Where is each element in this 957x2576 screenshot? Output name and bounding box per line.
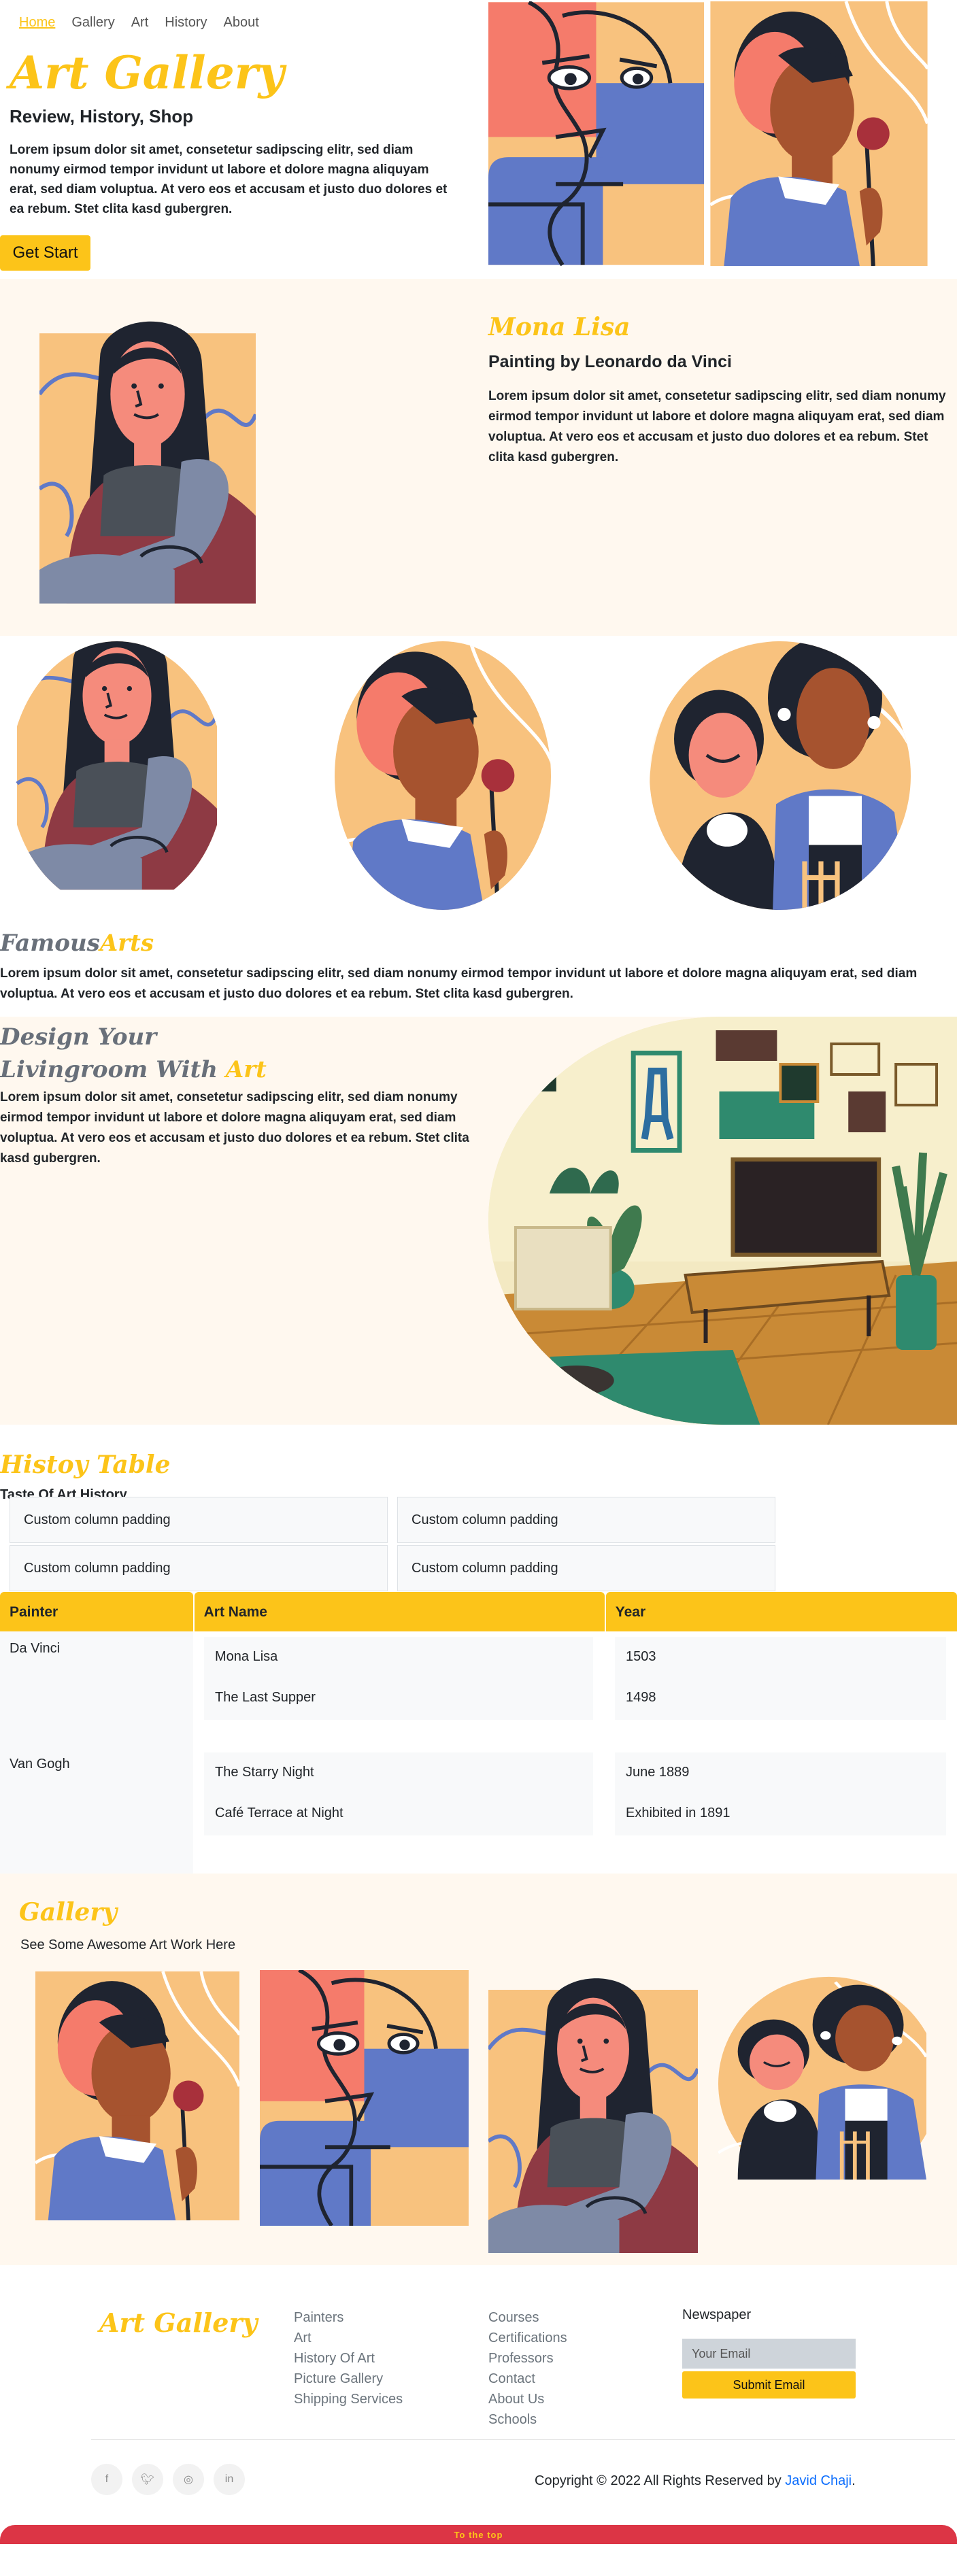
year-cell: Exhibited in 1891 [626, 1806, 731, 1820]
top-nav: Home Gallery Art History About [19, 15, 259, 31]
famous-arts-section: FamousArts Lorem ipsum dolor sit amet, c… [0, 928, 957, 1017]
footer-divider [91, 2439, 955, 2440]
portraits-row [0, 636, 957, 928]
gallery-item-couple[interactable] [718, 1971, 926, 2180]
nav-about-link[interactable]: About [224, 15, 259, 31]
portrait-couple [650, 641, 911, 910]
art-name-cell: Café Terrace at Night [215, 1806, 343, 1820]
header-year: Year [605, 1592, 957, 1631]
hero-artwork-rose [710, 1, 928, 266]
table-row: 1503 1498 [615, 1637, 946, 1720]
painter-cell: Van Gogh [10, 1757, 70, 1772]
instagram-icon[interactable]: ◎ [173, 2464, 204, 2495]
livingroom-title-line1: Design Your [0, 1023, 157, 1051]
livingroom-description: Lorem ipsum dolor sit amet, consetetur s… [0, 1090, 469, 1166]
author-link[interactable]: Javid Chaji [785, 2473, 852, 2488]
gallery-item-face[interactable] [260, 1970, 469, 2226]
footer-link[interactable]: Picture Gallery [294, 2369, 403, 2389]
table-row: The Starry Night Café Terrace at Night [204, 1752, 593, 1835]
header-painter: Painter [0, 1592, 193, 1631]
history-table-section: Histoy Table Taste Of Art History Custom… [0, 1425, 957, 1874]
livingroom-section: Design Your Livingroom With Art Lorem ip… [0, 1017, 957, 1425]
social-links: f 🐦︎ ◎ in [91, 2464, 245, 2495]
footer-link[interactable]: Professors [488, 2348, 567, 2369]
year-cell: 1498 [626, 1690, 656, 1705]
mona-lisa-artwork [39, 313, 256, 604]
to-top-button[interactable]: To the top [0, 2525, 957, 2544]
painter-column: Da Vinci Van Gogh [0, 1631, 193, 1874]
gallery-subtitle: See Some Awesome Art Work Here [20, 1937, 236, 1952]
mona-lisa-section: Mona Lisa Painting by Leonardo da Vinci … [0, 279, 957, 636]
padding-cell: Custom column padding [397, 1497, 775, 1543]
year-cell: 1503 [626, 1649, 656, 1664]
footer: Art Gallery Painters Art History Of Art … [0, 2265, 957, 2544]
gallery-item-rose[interactable] [35, 1971, 239, 2220]
famous-arts-description: Lorem ipsum dolor sit amet, consetetur s… [0, 966, 918, 1001]
hero-section: Home Gallery Art History About Art Galle… [0, 0, 957, 272]
famous-arts-title: FamousArts [0, 930, 154, 957]
header-art-name: Art Name [194, 1592, 605, 1631]
footer-logo: Art Gallery [99, 2307, 258, 2338]
famous-arts-title-a: Famous [0, 930, 100, 957]
nav-gallery-link[interactable]: Gallery [71, 15, 114, 31]
gallery-item-mona-lisa[interactable] [488, 1970, 698, 2253]
livingroom-title-line2: Livingroom With [0, 1056, 218, 1083]
nav-home-link[interactable]: Home [19, 15, 55, 31]
footer-links-col2: Courses Certifications Professors Contac… [488, 2307, 567, 2430]
history-title: Histoy Table [0, 1451, 171, 1479]
nav-art-link[interactable]: Art [131, 15, 149, 31]
footer-link[interactable]: Art [294, 2328, 403, 2348]
year-cell: June 1889 [626, 1765, 690, 1780]
gallery-section: Gallery See Some Awesome Art Work Here [0, 1874, 957, 2265]
table-row: June 1889 Exhibited in 1891 [615, 1752, 946, 1835]
footer-link[interactable]: Schools [488, 2409, 567, 2430]
footer-link[interactable]: Courses [488, 2307, 567, 2328]
famous-arts-title-b: Arts [99, 930, 154, 957]
art-name-cell: Mona Lisa [215, 1649, 278, 1664]
newsletter-label: Newspaper [682, 2307, 752, 2322]
copyright-text: Copyright © 2022 All Rights Reserved by [535, 2473, 782, 2488]
livingroom-artwork [488, 1017, 957, 1425]
art-name-cell: The Last Supper [215, 1690, 316, 1705]
livingroom-title-art: Art [225, 1056, 267, 1083]
hero-description: Lorem ipsum dolor sit amet, consetetur s… [10, 143, 448, 216]
twitter-icon[interactable]: 🐦︎ [132, 2464, 163, 2495]
linkedin-icon[interactable]: in [214, 2464, 245, 2495]
feature-title: Mona Lisa [488, 313, 631, 341]
gallery-title: Gallery [19, 1898, 118, 1927]
footer-link[interactable]: History Of Art [294, 2348, 403, 2369]
portrait-mona-lisa [10, 641, 224, 910]
art-name-cell: The Starry Night [215, 1765, 314, 1780]
footer-link[interactable]: Contact [488, 2369, 567, 2389]
nav-history-link[interactable]: History [165, 15, 207, 31]
footer-link[interactable]: About Us [488, 2389, 567, 2409]
portrait-rose-woman [335, 641, 551, 910]
feature-description: Lorem ipsum dolor sit amet, consetetur s… [488, 389, 946, 464]
padding-cell: Custom column padding [10, 1545, 388, 1591]
padding-cell: Custom column padding [397, 1545, 775, 1591]
facebook-icon[interactable]: f [91, 2464, 122, 2495]
table-row: Mona Lisa The Last Supper [204, 1637, 593, 1720]
feature-subtitle: Painting by Leonardo da Vinci [488, 352, 732, 371]
email-input[interactable] [682, 2339, 856, 2369]
history-table-header: Painter Art Name Year [0, 1592, 957, 1631]
hero-artwork-face [488, 1, 704, 266]
copyright: Copyright © 2022 All Rights Reserved by … [535, 2473, 856, 2488]
painter-cell: Da Vinci [10, 1641, 61, 1656]
hero-subtitle: Review, History, Shop [10, 106, 194, 126]
get-start-button[interactable]: Get Start [0, 235, 90, 271]
hero-title: Art Gallery [10, 46, 284, 99]
submit-email-button[interactable]: Submit Email [682, 2371, 856, 2399]
footer-link[interactable]: Shipping Services [294, 2389, 403, 2409]
footer-link[interactable]: Certifications [488, 2328, 567, 2348]
padding-cell: Custom column padding [10, 1497, 388, 1543]
footer-link[interactable]: Painters [294, 2307, 403, 2328]
footer-links-col1: Painters Art History Of Art Picture Gall… [294, 2307, 403, 2409]
livingroom-title: Design Your Livingroom With Art [0, 1021, 267, 1086]
